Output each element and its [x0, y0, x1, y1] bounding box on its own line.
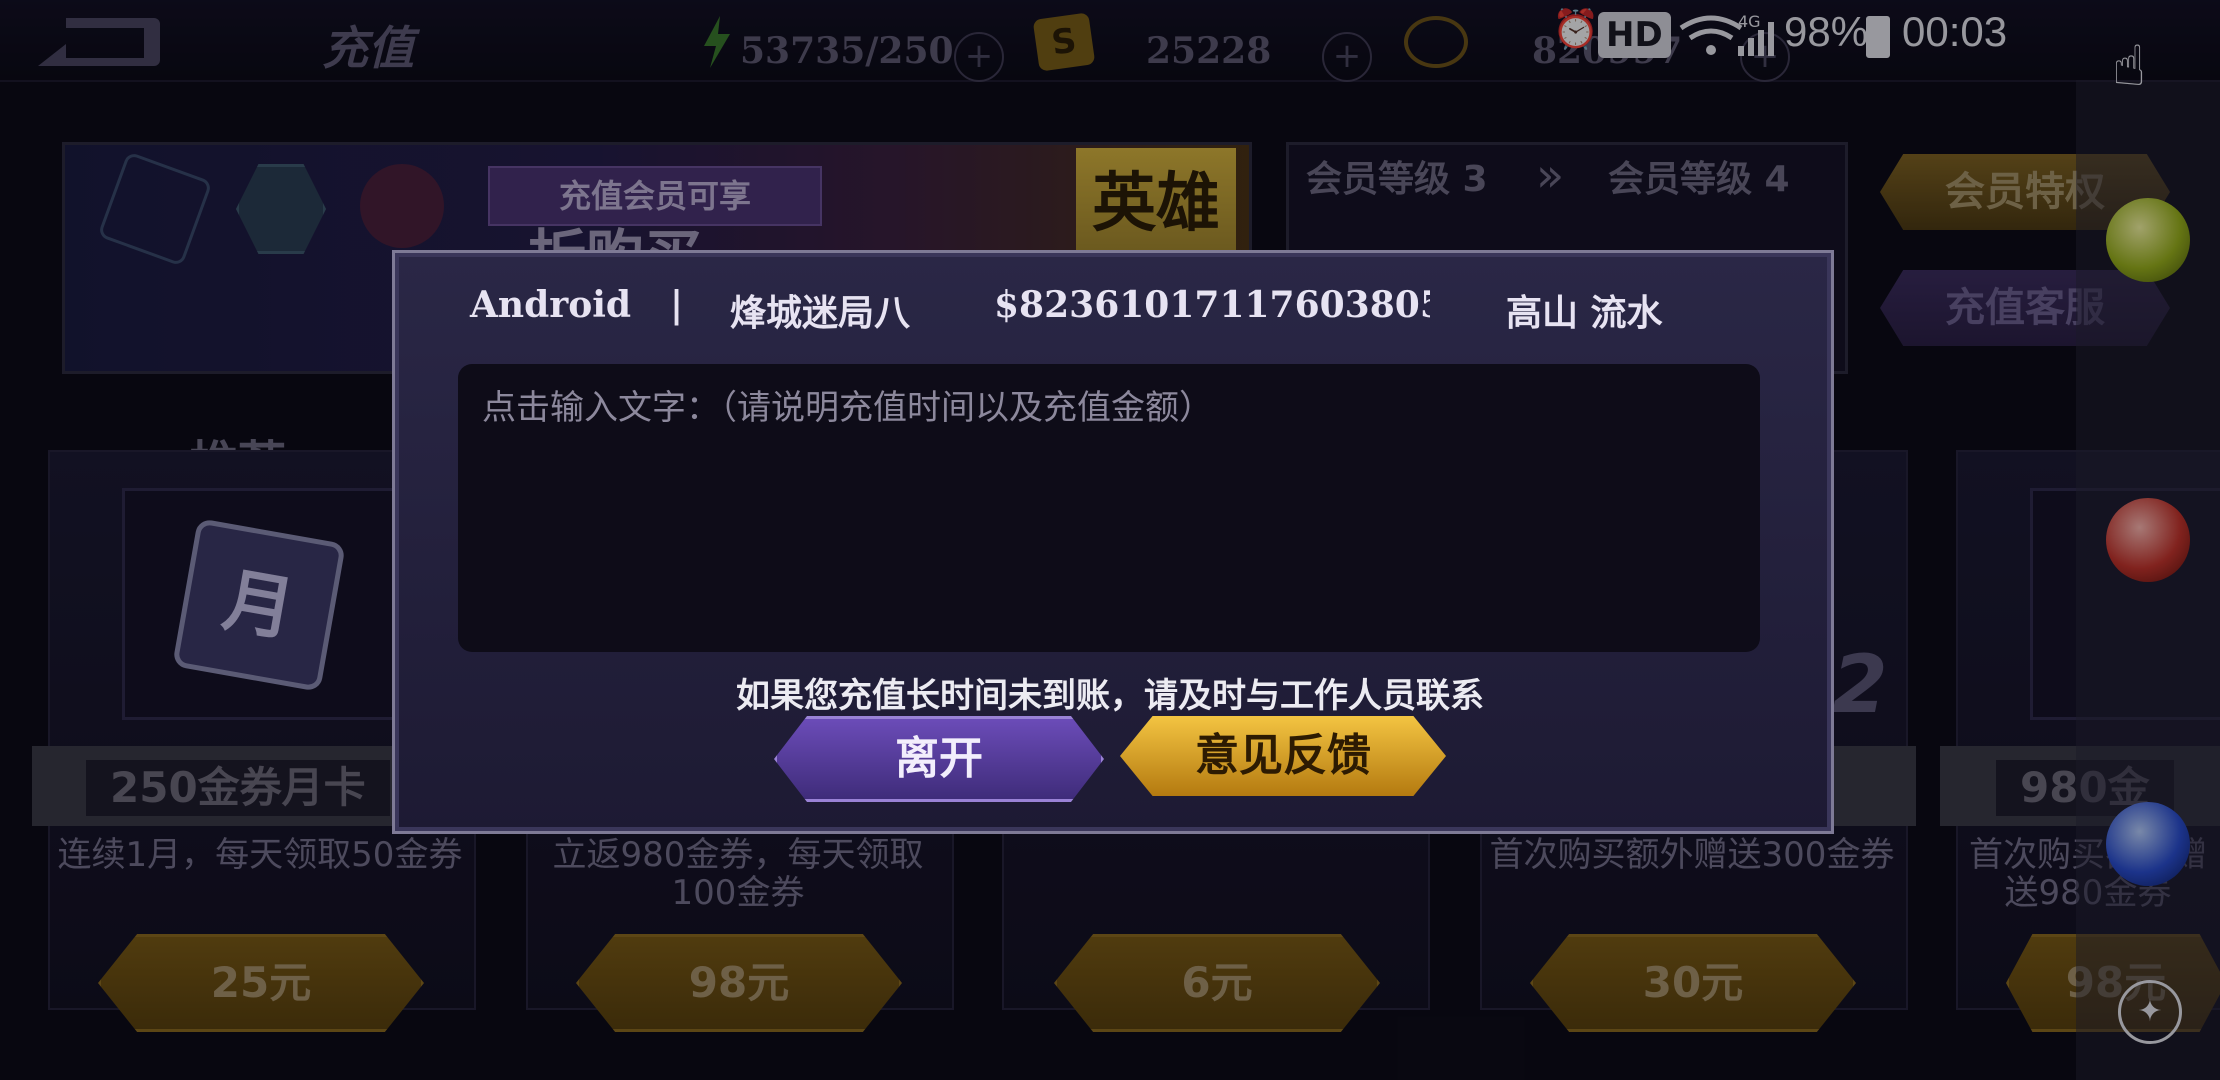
feedback-button[interactable]: 意见反馈 [1120, 716, 1446, 796]
server-name: 烽城迷局八 [730, 292, 911, 334]
leave-button[interactable]: 离开 [774, 716, 1104, 802]
player-nickname: 高山 流水 [1506, 292, 1663, 334]
contact-notice: 如果您充值长时间未到账，请及时与工作人员联系 [736, 676, 1484, 716]
info-separator: | [670, 284, 684, 326]
feedback-input[interactable] [458, 364, 1760, 652]
user-id: $8236101711760380​5 [994, 284, 1430, 326]
platform-label: Android [470, 284, 632, 326]
